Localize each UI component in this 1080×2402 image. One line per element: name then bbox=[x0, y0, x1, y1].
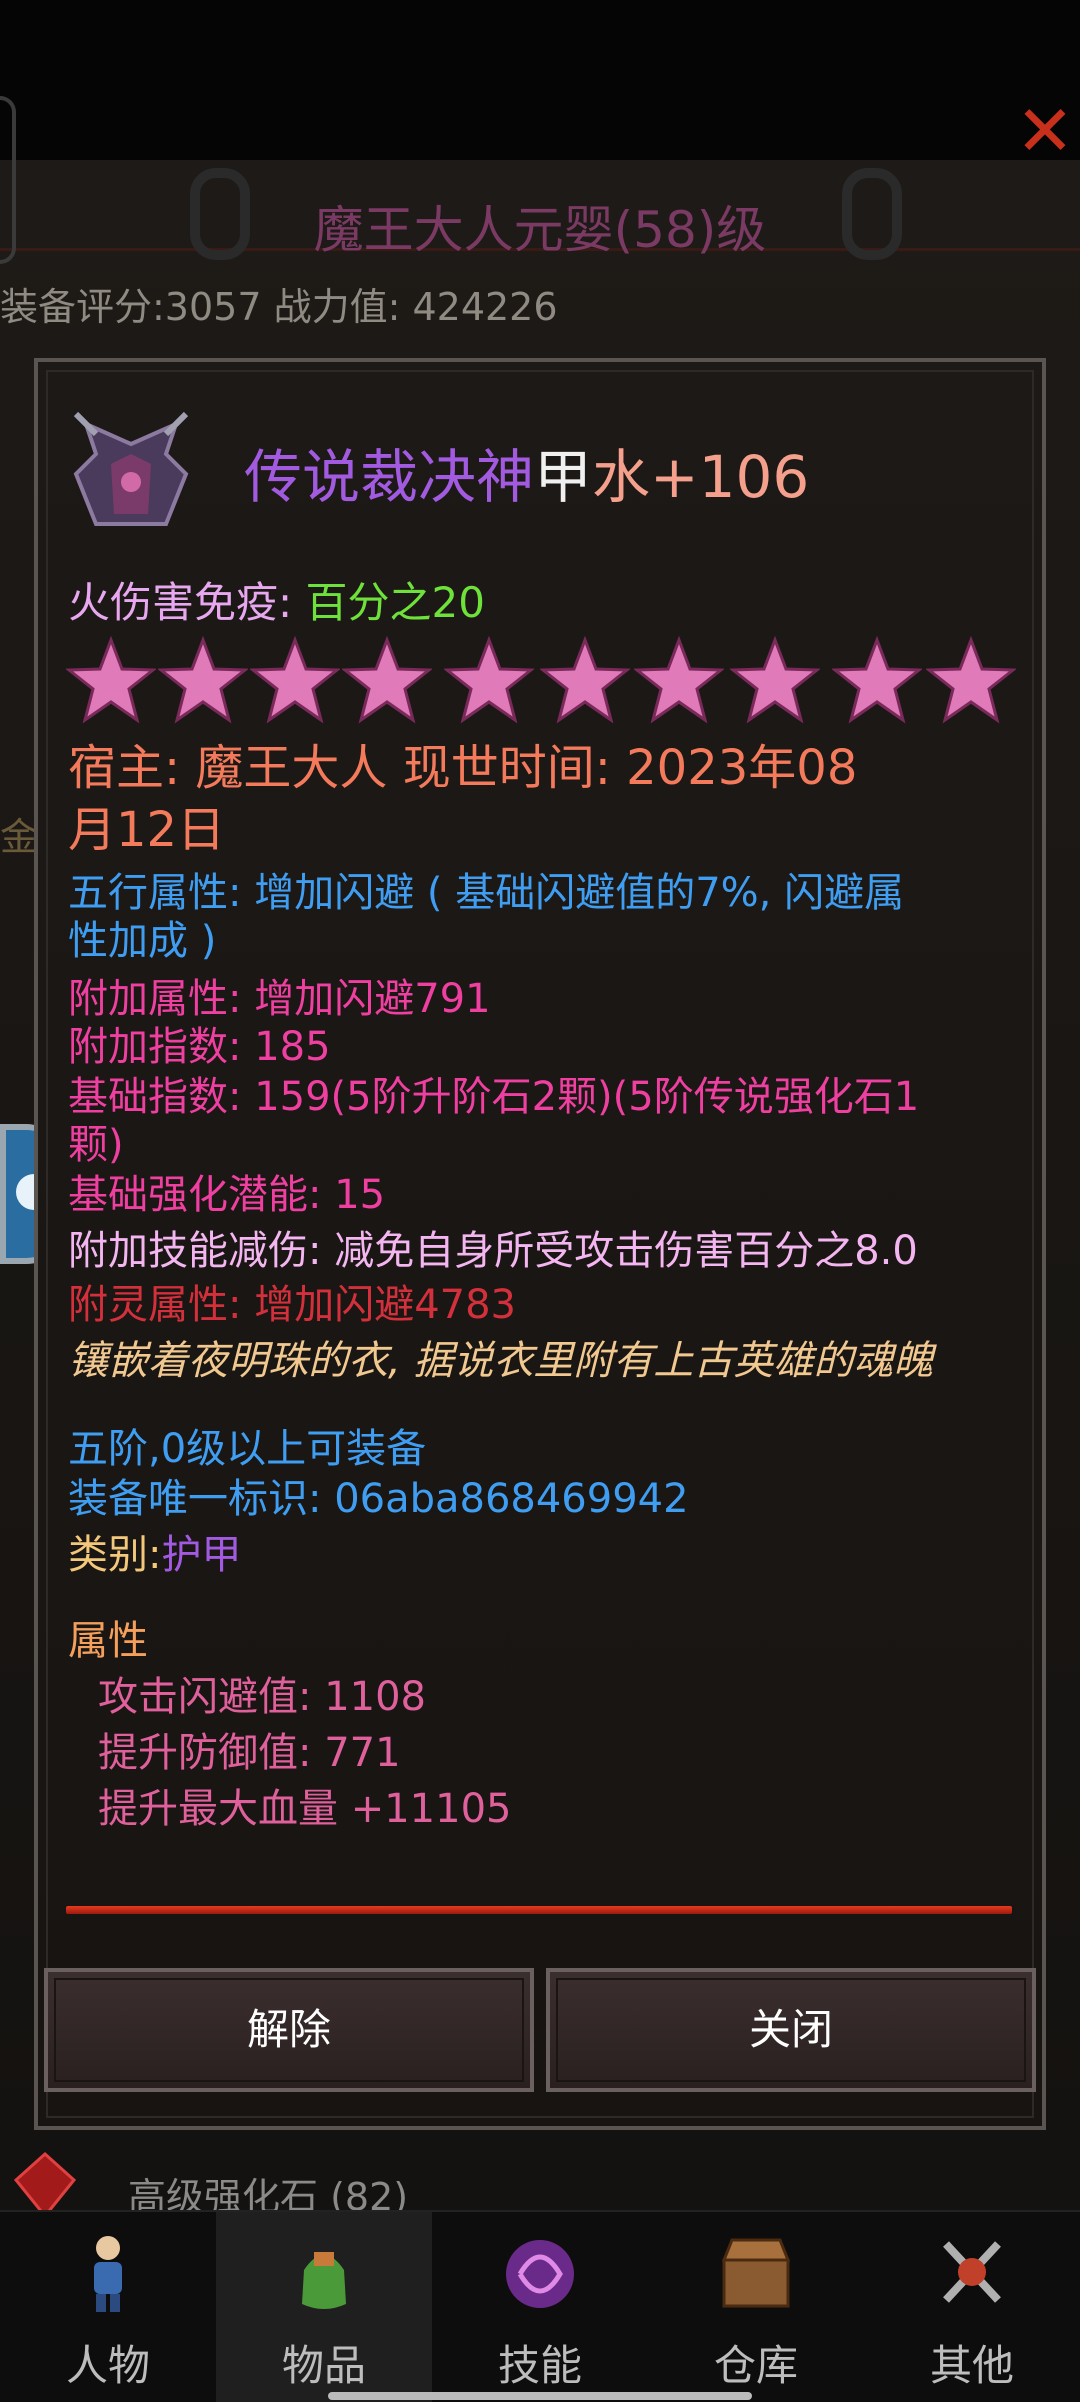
star-icon bbox=[444, 636, 534, 724]
star-icon bbox=[342, 636, 432, 724]
nav-item-skills[interactable]: 技能 bbox=[432, 2212, 648, 2402]
nav-item-other[interactable]: 其他 bbox=[864, 2212, 1080, 2402]
armor-icon bbox=[73, 411, 189, 526]
star-icon bbox=[832, 636, 922, 724]
unique-id: 装备唯一标识: 06aba868469942 bbox=[68, 1476, 689, 1522]
item-name-part1: 传说裁决神 bbox=[244, 443, 535, 511]
star-icon bbox=[730, 636, 820, 724]
star-icon bbox=[540, 636, 630, 724]
base-potential: 基础强化潜能: 15 bbox=[68, 1172, 386, 1218]
bottom-nav: 人物 物品 技能 仓库 其他 bbox=[0, 2210, 1080, 2402]
nav-label: 人物 bbox=[65, 2341, 150, 2390]
skill-damage-reduction: 附加技能减伤: 减免自身所受攻击伤害百分之8.0 bbox=[68, 1228, 918, 1274]
score-line: 装备评分:3057 战力值: 424226 bbox=[0, 285, 558, 329]
immunity-value: 百分之20 bbox=[305, 578, 485, 627]
item-name-part2: 甲 bbox=[534, 443, 593, 511]
side-label: 金 bbox=[0, 815, 39, 859]
immunity-line: 火伤害免疫: 百分之20 bbox=[68, 578, 1028, 628]
attribute-row: 提升防御值: 771 bbox=[98, 1730, 401, 1776]
category-label: 类别: bbox=[68, 1532, 162, 1578]
element-line-2: 性加成 ) bbox=[68, 918, 217, 964]
attributes-header: 属性 bbox=[68, 1618, 148, 1664]
base-index-line-2: 颗) bbox=[68, 1122, 124, 1168]
nav-label: 技能 bbox=[497, 2341, 582, 2390]
extra-attribute: 附加属性: 增加闪避791 bbox=[68, 976, 491, 1022]
unequip-button[interactable]: 解除 bbox=[44, 1968, 534, 2092]
star-icon bbox=[634, 636, 724, 724]
star-icon bbox=[158, 636, 248, 724]
star-icon bbox=[250, 636, 340, 724]
attribute-row: 提升最大血量 +11105 bbox=[98, 1786, 512, 1832]
extra-index: 附加指数: 185 bbox=[68, 1024, 331, 1070]
equip-requirement: 五阶,0级以上可装备 bbox=[68, 1426, 427, 1472]
character-icon bbox=[94, 2236, 122, 2312]
item-name-part3: 水+106 bbox=[592, 443, 810, 511]
spirit-attribute: 附灵属性: 增加闪避4783 bbox=[68, 1282, 516, 1328]
immunity-label: 火伤害免疫: bbox=[68, 578, 293, 627]
flavor-text: 镶嵌着夜明珠的衣, 据说衣里附有上古英雄的魂魄 bbox=[68, 1338, 934, 1384]
star-icon bbox=[926, 636, 1016, 724]
star-icon bbox=[66, 636, 156, 724]
category-line: 类别:护甲 bbox=[68, 1530, 1028, 1580]
warehouse-icon bbox=[721, 2238, 791, 2308]
other-icon bbox=[943, 2241, 1001, 2303]
base-index-line-1: 基础指数: 159(5阶升阶石2颗)(5阶传说强化石1 bbox=[68, 1074, 920, 1120]
nav-label: 物品 bbox=[281, 2341, 366, 2390]
close-button[interactable]: 关闭 bbox=[546, 1968, 1036, 2092]
skills-icon bbox=[506, 2240, 574, 2308]
element-line-1: 五行属性: 增加闪避 ( 基础闪避值的7%, 闪避属 bbox=[68, 870, 905, 916]
star-rating bbox=[66, 636, 1026, 726]
nav-label: 其他 bbox=[929, 2341, 1014, 2390]
nav-item-character[interactable]: 人物 bbox=[0, 2212, 216, 2402]
nav-label: 仓库 bbox=[713, 2341, 798, 2390]
nav-item-items[interactable]: 物品 bbox=[216, 2212, 432, 2402]
nav-item-warehouse[interactable]: 仓库 bbox=[648, 2212, 864, 2402]
home-indicator bbox=[328, 2392, 752, 2400]
attribute-row: 攻击闪避值: 1108 bbox=[98, 1674, 426, 1720]
owner-line-1: 宿主: 魔王大人 现世时间: 2023年08 bbox=[68, 740, 858, 796]
items-icon bbox=[302, 2252, 346, 2309]
category-value: 护甲 bbox=[161, 1532, 242, 1578]
page-title: 魔王大人元婴(58)级 bbox=[313, 201, 767, 259]
owner-line-2: 月12日 bbox=[68, 802, 226, 858]
dialog-divider bbox=[66, 1906, 1012, 1914]
close-icon[interactable]: ✕ bbox=[1010, 96, 1080, 166]
item-name: 传说裁决神甲水+106 bbox=[244, 430, 809, 514]
